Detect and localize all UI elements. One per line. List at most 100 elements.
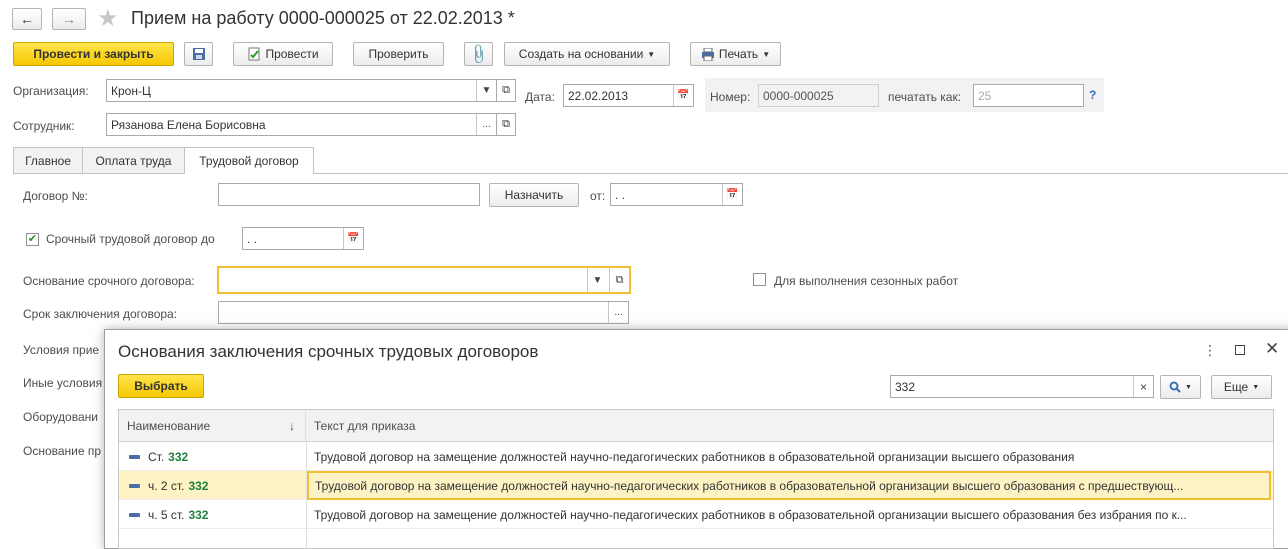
dropdown-arrow-icon[interactable]: ▼ bbox=[587, 268, 607, 292]
printer-icon bbox=[701, 47, 714, 61]
select-button[interactable]: Выбрать bbox=[118, 374, 204, 398]
print-button-label: Печать bbox=[718, 47, 759, 61]
employee-field[interactable]: Рязанова Елена Борисовна ... bbox=[106, 113, 497, 136]
results-table: Наименование ↓ Текст для приказа Ст. 332… bbox=[118, 409, 1274, 549]
employee-open-button[interactable]: ⧉ bbox=[496, 113, 516, 136]
fixed-term-label: Срочный трудовой договор до bbox=[46, 232, 215, 246]
table-header: Наименование ↓ Текст для приказа bbox=[119, 410, 1273, 442]
search-value: 332 bbox=[895, 379, 916, 394]
help-link[interactable]: ? bbox=[1089, 88, 1096, 102]
date-value: 22.02.2013 bbox=[568, 88, 629, 103]
close-icon[interactable]: ✕ bbox=[1265, 339, 1279, 359]
select-ellipsis-icon[interactable]: ... bbox=[608, 302, 628, 323]
organization-open-button[interactable]: ⧉ bbox=[496, 79, 516, 102]
other-conditions-label: Иные условия bbox=[23, 376, 103, 390]
number-field[interactable]: 0000-000025 bbox=[758, 84, 879, 107]
employee-value: Рязанова Елена Борисовна bbox=[111, 117, 266, 132]
arrow-left-icon: ← bbox=[20, 11, 34, 27]
more-options-icon[interactable]: ⋮ bbox=[1203, 342, 1217, 359]
organization-label: Организация: bbox=[13, 84, 89, 98]
equipment-label: Оборудовани bbox=[23, 410, 98, 424]
post-and-close-button[interactable]: Провести и закрыть bbox=[13, 42, 174, 66]
chevron-down-icon: ▼ bbox=[647, 49, 656, 59]
table-row[interactable]: Ст. 332 Трудовой договор на замещение до… bbox=[119, 442, 1273, 471]
row-text-cell: Трудовой договор на замещение должностей… bbox=[314, 449, 1075, 464]
row-name-number: 332 bbox=[188, 507, 209, 522]
row-name-number: 332 bbox=[168, 449, 189, 464]
table-row[interactable]: ч. 5 ст. 332 Трудовой договор на замещен… bbox=[119, 500, 1273, 529]
calendar-icon[interactable]: 📅 bbox=[343, 228, 363, 249]
checkmark-icon: ✔ bbox=[26, 233, 39, 246]
row-text-cell: Трудовой договор на замещение должностей… bbox=[314, 507, 1187, 522]
tab-employment-contract[interactable]: Трудовой договор bbox=[184, 147, 314, 174]
row-name-cell: ч. 5 ст. 332 bbox=[129, 500, 304, 529]
basis-label: Основание срочного договора: bbox=[23, 274, 195, 288]
row-name-prefix: Ст. bbox=[148, 449, 165, 464]
open-form-icon[interactable]: ⧉ bbox=[609, 268, 629, 292]
item-icon bbox=[129, 454, 140, 459]
column-header-text[interactable]: Текст для приказа bbox=[306, 410, 1273, 442]
term-field[interactable]: ... bbox=[218, 301, 629, 324]
seasonal-checkbox[interactable] bbox=[753, 273, 766, 289]
number-value: 0000-000025 bbox=[763, 88, 834, 103]
row-text-cell: Трудовой договор на замещение должностей… bbox=[307, 471, 1271, 500]
maximize-icon[interactable] bbox=[1235, 345, 1245, 355]
contract-number-label: Договор №: bbox=[23, 189, 88, 203]
open-form-icon: ⧉ bbox=[502, 84, 510, 96]
from-date-field[interactable]: . . 📅 bbox=[610, 183, 743, 206]
fixed-term-date-field[interactable]: . . 📅 bbox=[242, 227, 364, 250]
row-name-cell: ч. 2 ст. 332 bbox=[129, 471, 304, 500]
table-row-selected[interactable]: ч. 2 ст. 332 Трудовой договор на замещен… bbox=[119, 471, 1273, 500]
search-button[interactable]: ▼ bbox=[1160, 375, 1201, 399]
search-input[interactable]: 332 × bbox=[890, 375, 1154, 398]
create-based-on-label: Создать на основании bbox=[518, 47, 644, 61]
calendar-icon[interactable]: 📅 bbox=[673, 85, 693, 106]
column-name-label: Наименование bbox=[127, 419, 211, 433]
fixed-term-checkbox[interactable]: ✔ bbox=[26, 231, 39, 246]
from-date-value: . . bbox=[615, 187, 626, 202]
row-name-prefix: ч. 2 ст. bbox=[148, 478, 185, 493]
chevron-down-icon: ▼ bbox=[762, 49, 771, 59]
post-button[interactable]: Провести bbox=[233, 42, 333, 66]
contract-number-field[interactable] bbox=[218, 183, 480, 206]
from-label: от: bbox=[590, 189, 606, 203]
seasonal-label: Для выполнения сезонных работ bbox=[774, 274, 959, 288]
conditions-label: Условия прие bbox=[23, 343, 100, 357]
assign-button[interactable]: Назначить bbox=[489, 183, 579, 207]
floppy-icon bbox=[192, 48, 205, 60]
column-divider bbox=[306, 442, 307, 548]
window-title: Прием на работу 0000-000025 от 22.02.201… bbox=[131, 8, 515, 28]
select-ellipsis-icon[interactable]: ... bbox=[476, 114, 496, 135]
tab-payment[interactable]: Оплата труда bbox=[82, 147, 185, 173]
star-icon[interactable]: ★ bbox=[97, 4, 119, 33]
post-button-label: Провести bbox=[265, 47, 319, 61]
more-button[interactable]: Еще ▼ bbox=[1211, 375, 1272, 399]
print-button[interactable]: Печать ▼ bbox=[690, 42, 781, 66]
date-field[interactable]: 22.02.2013 📅 bbox=[563, 84, 694, 107]
back-button[interactable]: ← bbox=[12, 8, 42, 30]
print-as-field[interactable]: 25 bbox=[973, 84, 1084, 107]
tab-main[interactable]: Главное bbox=[13, 147, 83, 173]
calendar-icon[interactable]: 📅 bbox=[722, 184, 742, 205]
create-based-on-button[interactable]: Создать на основании ▼ bbox=[504, 42, 670, 66]
item-icon bbox=[129, 483, 140, 488]
dropdown-arrow-icon[interactable]: ▼ bbox=[476, 80, 496, 101]
basis-field[interactable]: ▼ ⧉ bbox=[217, 266, 631, 294]
chevron-down-icon: ▼ bbox=[1252, 383, 1260, 391]
search-icon bbox=[1169, 381, 1181, 393]
check-button[interactable]: Проверить bbox=[353, 42, 444, 66]
clear-icon[interactable]: × bbox=[1133, 376, 1153, 397]
organization-field[interactable]: Крон-Ц ▼ bbox=[106, 79, 497, 102]
term-label: Срок заключения договора: bbox=[23, 307, 178, 321]
item-icon bbox=[129, 512, 140, 517]
forward-button[interactable]: → bbox=[52, 8, 86, 30]
print-as-label: печатать как: bbox=[888, 90, 962, 104]
checkbox-box bbox=[753, 273, 766, 286]
fixed-term-date-value: . . bbox=[247, 231, 258, 246]
more-button-label: Еще bbox=[1223, 380, 1249, 394]
post-document-icon bbox=[248, 47, 260, 61]
attach-button[interactable]: 📎 bbox=[464, 42, 493, 66]
employee-label: Сотрудник: bbox=[13, 119, 75, 133]
column-header-name[interactable]: Наименование ↓ bbox=[119, 410, 306, 442]
save-button[interactable] bbox=[184, 42, 213, 66]
